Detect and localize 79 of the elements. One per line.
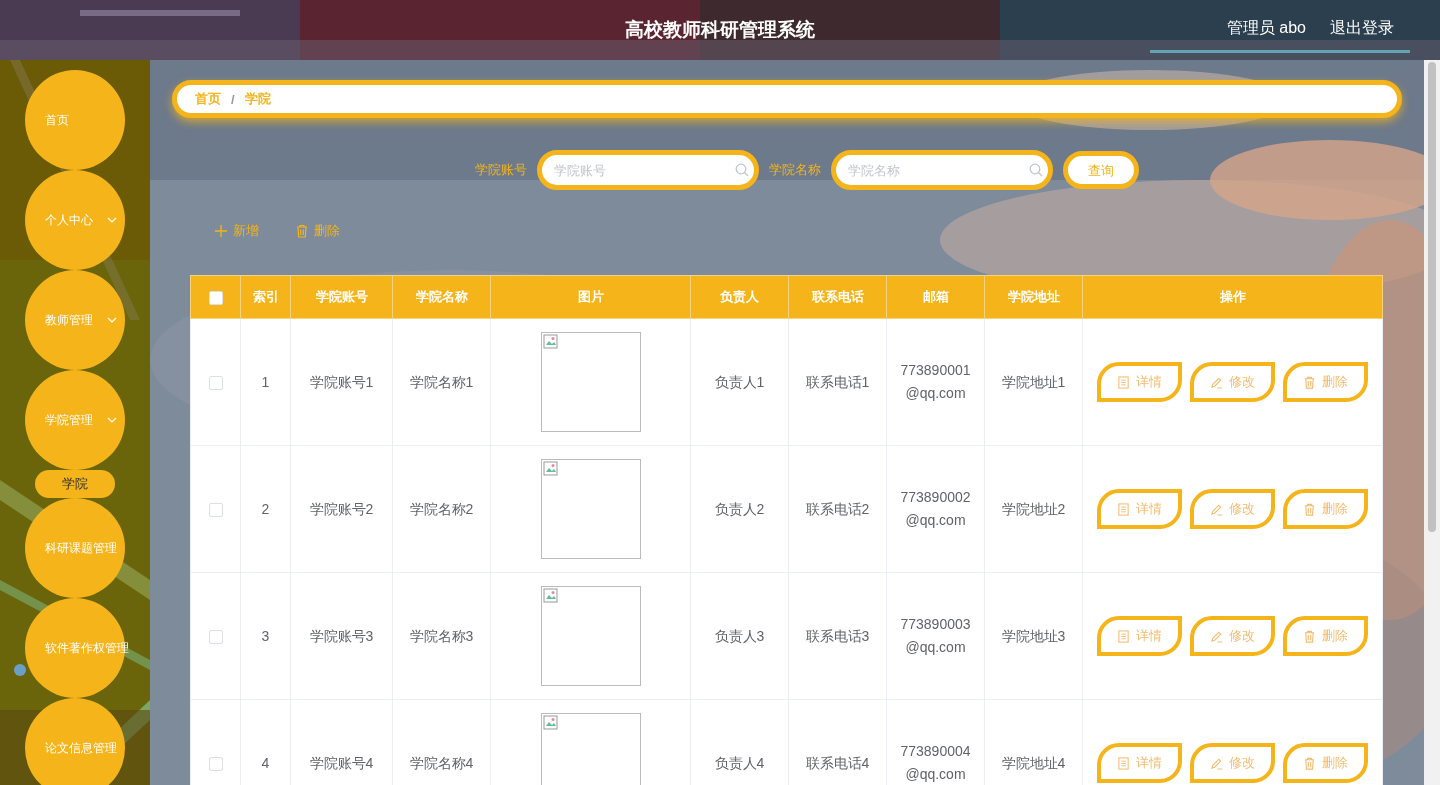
broken-image-icon: [542, 588, 559, 604]
delete-button[interactable]: 删除: [1283, 489, 1368, 529]
table-cell: 负责人3: [690, 572, 789, 700]
scrollbar-thumb[interactable]: [1428, 62, 1436, 532]
column-header: 索引: [240, 275, 291, 319]
column-header: 学院地址: [984, 275, 1083, 319]
select-all-checkbox[interactable]: [208, 290, 223, 305]
detail-button[interactable]: 详情: [1097, 489, 1182, 529]
table-cell: 学院账号1: [290, 318, 393, 446]
field-label: 学院名称: [769, 161, 821, 179]
table-cell: 学院名称1: [392, 318, 491, 446]
search-field[interactable]: 学院账号: [537, 150, 759, 190]
edit-button[interactable]: 修改: [1190, 489, 1275, 529]
delete-button[interactable]: 删除: [1283, 362, 1368, 402]
delete-button[interactable]: 删除: [1283, 743, 1368, 783]
column-header: 联系电话: [788, 275, 887, 319]
broken-image-icon: [542, 715, 559, 731]
add-button[interactable]: 新增: [208, 218, 265, 244]
table-cell: 负责人2: [690, 445, 789, 573]
pencil-icon: [1210, 502, 1223, 516]
document-icon: [1117, 629, 1130, 643]
delete-button[interactable]: 删除: [289, 218, 346, 244]
search-icon: [735, 163, 749, 177]
broken-image-icon: [542, 461, 559, 477]
column-header: 图片: [490, 275, 691, 319]
table-cell: 773890003@qq.com: [886, 572, 985, 700]
detail-button[interactable]: 详情: [1097, 362, 1182, 402]
table-cell: 学院名称3: [392, 572, 491, 700]
table-cell: 学院地址2: [984, 445, 1083, 573]
trash-icon: [1303, 375, 1316, 389]
column-header: 学院账号: [290, 275, 393, 319]
pencil-icon: [1210, 756, 1223, 770]
document-icon: [1117, 375, 1130, 389]
trash-icon: [1303, 629, 1316, 643]
table-cell: 学院名称2: [392, 445, 491, 573]
row-checkbox[interactable]: [208, 629, 223, 644]
breadcrumb-separator: /: [231, 91, 235, 107]
trash-icon: [1303, 756, 1316, 770]
table-cell: 联系电话3: [788, 572, 887, 700]
detail-button[interactable]: 详情: [1097, 743, 1182, 783]
table-cell: 1: [240, 318, 291, 446]
table-cell: 773890002@qq.com: [886, 445, 985, 573]
broken-image-icon: [542, 334, 559, 350]
edit-button[interactable]: 修改: [1190, 743, 1275, 783]
column-header: 操作: [1082, 275, 1383, 319]
edit-button[interactable]: 修改: [1190, 616, 1275, 656]
search-icon: [1029, 163, 1043, 177]
trash-icon: [295, 224, 309, 238]
plus-icon: [214, 224, 228, 238]
row-checkbox[interactable]: [208, 502, 223, 517]
table-cell: 联系电话1: [788, 318, 887, 446]
trash-icon: [1303, 502, 1316, 516]
search-field[interactable]: 学院名称: [831, 150, 1053, 190]
table-cell: 773890001@qq.com: [886, 318, 985, 446]
breadcrumb-link[interactable]: 学院: [244, 90, 271, 108]
pencil-icon: [1210, 375, 1223, 389]
delete-button[interactable]: 删除: [1283, 616, 1368, 656]
query-button[interactable]: 查询: [1063, 151, 1139, 189]
table-cell: 联系电话2: [788, 445, 887, 573]
table-cell: 3: [240, 572, 291, 700]
column-header: 负责人: [690, 275, 789, 319]
row-checkbox[interactable]: [208, 375, 223, 390]
document-icon: [1117, 756, 1130, 770]
pencil-icon: [1210, 629, 1223, 643]
table-cell: 2: [240, 445, 291, 573]
column-header: 邮箱: [886, 275, 985, 319]
detail-button[interactable]: 详情: [1097, 616, 1182, 656]
table-cell: 负责人1: [690, 318, 789, 446]
column-header: 学院名称: [392, 275, 491, 319]
table-cell: 学院地址1: [984, 318, 1083, 446]
row-checkbox[interactable]: [208, 756, 223, 771]
table-cell: 学院账号2: [290, 445, 393, 573]
scrollbar[interactable]: [1424, 60, 1440, 785]
field-label: 学院账号: [475, 161, 527, 179]
table-cell: 学院账号3: [290, 572, 393, 700]
edit-button[interactable]: 修改: [1190, 362, 1275, 402]
breadcrumb-link[interactable]: 首页: [195, 90, 221, 108]
table-cell: 学院地址3: [984, 572, 1083, 700]
document-icon: [1117, 502, 1130, 516]
